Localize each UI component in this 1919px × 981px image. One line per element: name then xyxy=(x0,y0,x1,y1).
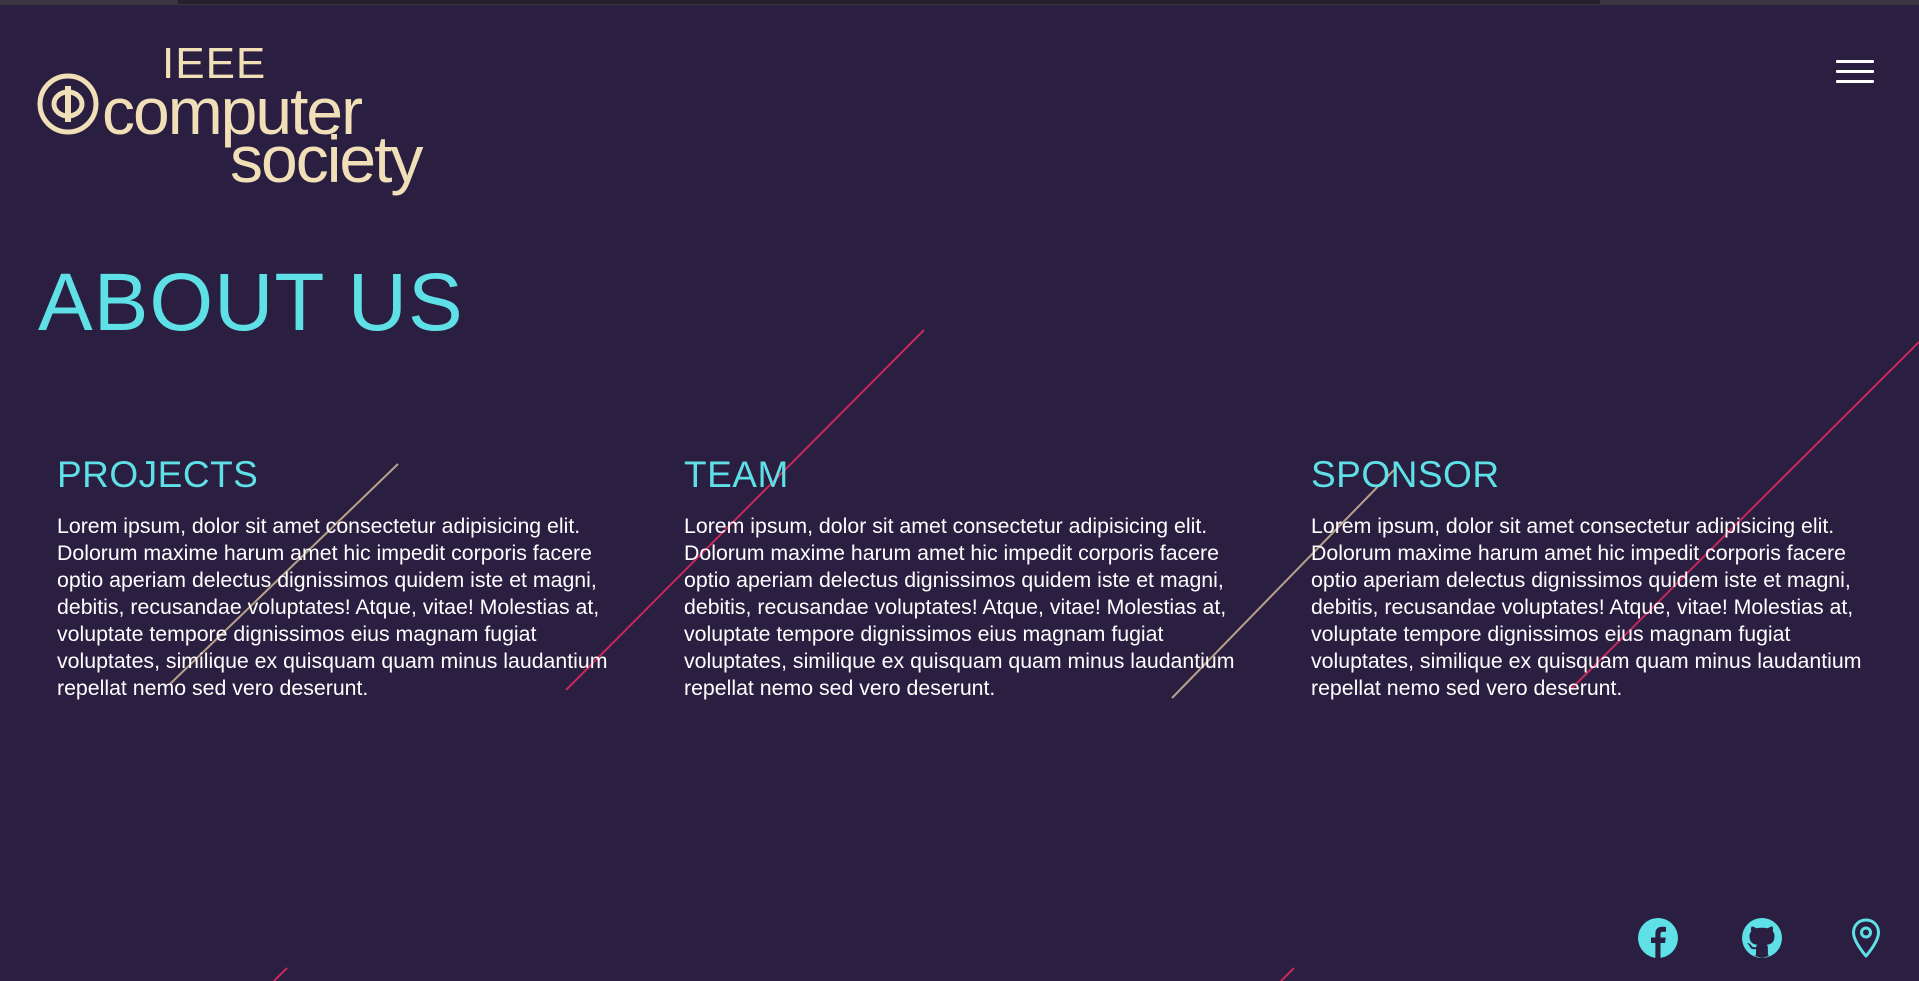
menu-bar xyxy=(1836,60,1874,63)
location-link[interactable] xyxy=(1844,916,1888,960)
facebook-link[interactable] xyxy=(1636,916,1680,960)
section-heading: SPONSOR xyxy=(1311,454,1500,495)
section-body: Lorem ipsum, dolor sit amet consectetur … xyxy=(1311,513,1862,700)
social-links xyxy=(1630,916,1910,962)
section-body: Lorem ipsum, dolor sit amet consectetur … xyxy=(57,513,608,700)
section-team: TEAM Lorem ipsum, dolor sit amet consect… xyxy=(684,454,1244,702)
top-strip-inner xyxy=(178,0,1600,4)
menu-bar xyxy=(1836,80,1874,83)
page-title: ABOUT US xyxy=(38,257,464,348)
section-body: Lorem ipsum, dolor sit amet consectetur … xyxy=(684,513,1235,700)
ieee-emblem-icon xyxy=(37,73,99,135)
facebook-icon xyxy=(1638,918,1678,958)
top-browser-strip xyxy=(0,0,1919,5)
github-link[interactable] xyxy=(1740,916,1784,960)
location-pin-icon xyxy=(1852,918,1880,958)
about-page: IEEE computer society ABOUT US PROJECTS … xyxy=(0,0,1919,981)
section-heading: TEAM xyxy=(684,454,789,495)
section-sponsor: SPONSOR Lorem ipsum, dolor sit amet cons… xyxy=(1311,454,1871,702)
section-projects: PROJECTS Lorem ipsum, dolor sit amet con… xyxy=(57,454,617,702)
github-icon xyxy=(1742,918,1782,958)
logo-line-society: society xyxy=(230,122,423,196)
hamburger-menu-icon[interactable] xyxy=(1834,58,1876,88)
streak-line xyxy=(1280,967,1295,981)
section-heading: PROJECTS xyxy=(57,454,259,495)
ieee-computer-society-logo[interactable]: IEEE computer society xyxy=(36,40,423,192)
menu-bar xyxy=(1836,70,1874,73)
streak-line xyxy=(273,967,288,981)
